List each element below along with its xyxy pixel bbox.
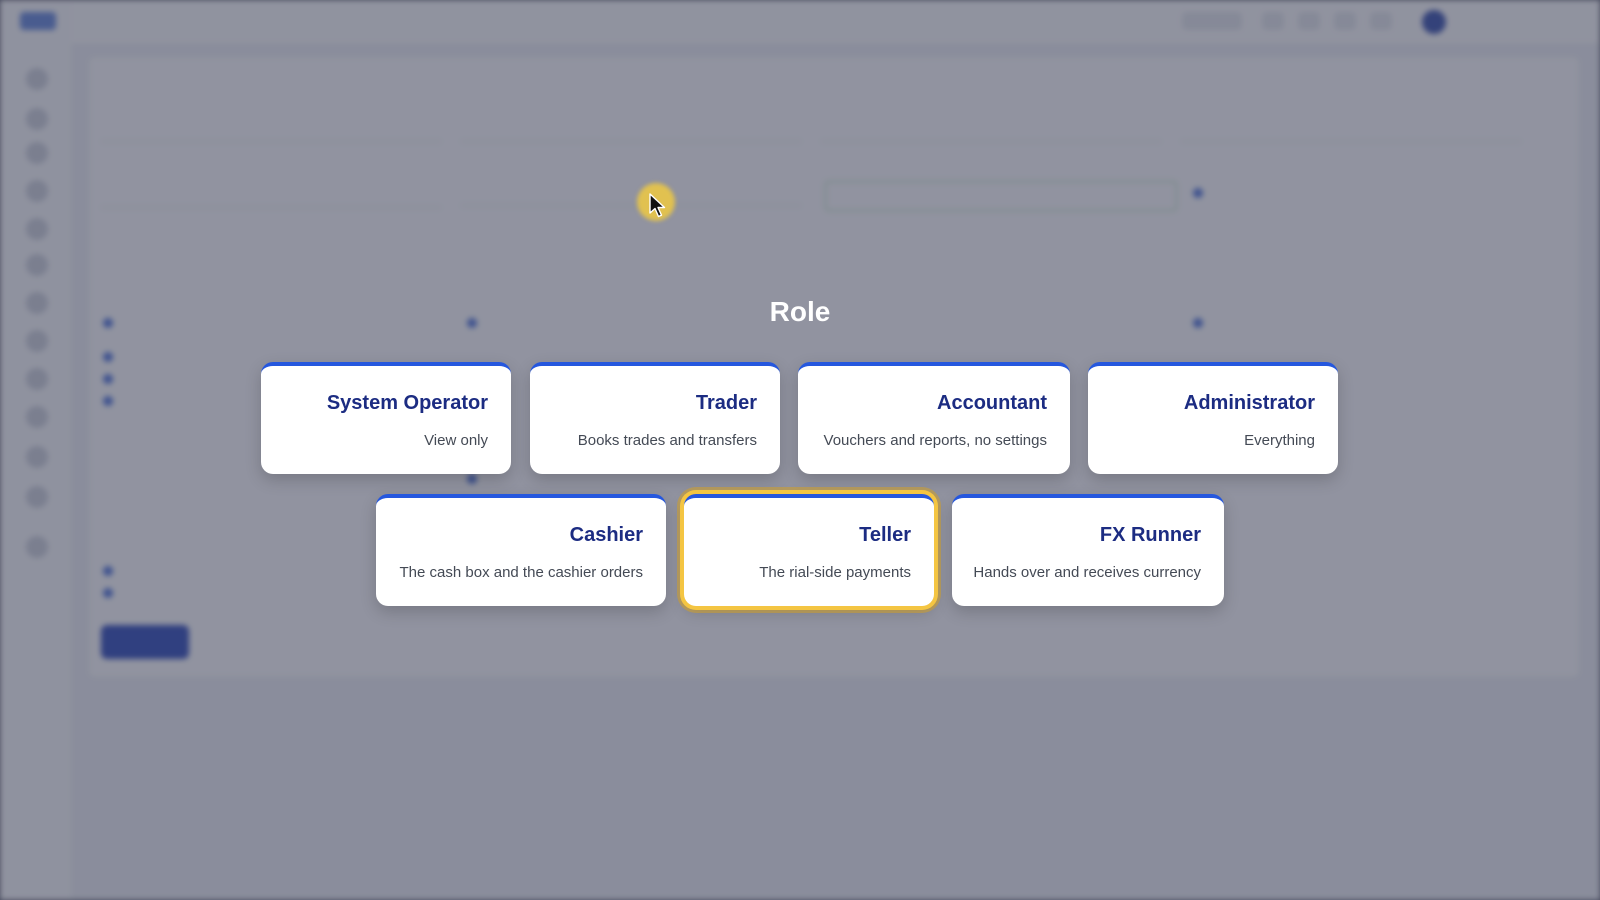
role-card-trader[interactable]: Trader Books trades and transfers: [530, 362, 780, 474]
role-name: Trader: [695, 392, 757, 414]
role-name: Accountant: [937, 392, 1047, 414]
role-picker-overlay: Role System Operator View only Trader Bo…: [0, 0, 1600, 900]
role-description: View only: [424, 432, 488, 449]
role-name: Administrator: [1183, 392, 1315, 414]
mouse-cursor-icon: [649, 193, 666, 218]
role-card-fx-runner[interactable]: FX Runner Hands over and receives curren…: [952, 494, 1224, 606]
role-description: Everything: [1244, 432, 1315, 449]
role-name: Cashier: [569, 524, 643, 546]
modal-title: Role: [769, 296, 831, 327]
role-description: Vouchers and reports, no settings: [823, 432, 1047, 449]
role-card-administrator[interactable]: Administrator Everything: [1088, 362, 1338, 474]
role-name: FX Runner: [1099, 524, 1201, 546]
role-description: Books trades and transfers: [577, 432, 757, 449]
role-name: System Operator: [326, 392, 488, 414]
role-card-teller[interactable]: Teller The rial-side payments: [684, 494, 934, 606]
role-description: Hands over and receives currency: [973, 564, 1201, 581]
role-card-system-operator[interactable]: System Operator View only: [261, 362, 511, 474]
role-name: Teller: [859, 524, 911, 546]
role-description: The cash box and the cashier orders: [399, 564, 643, 581]
role-card-accountant[interactable]: Accountant Vouchers and reports, no sett…: [798, 362, 1070, 474]
role-description: The rial-side payments: [759, 564, 911, 581]
role-card-cashier[interactable]: Cashier The cash box and the cashier ord…: [376, 494, 666, 606]
